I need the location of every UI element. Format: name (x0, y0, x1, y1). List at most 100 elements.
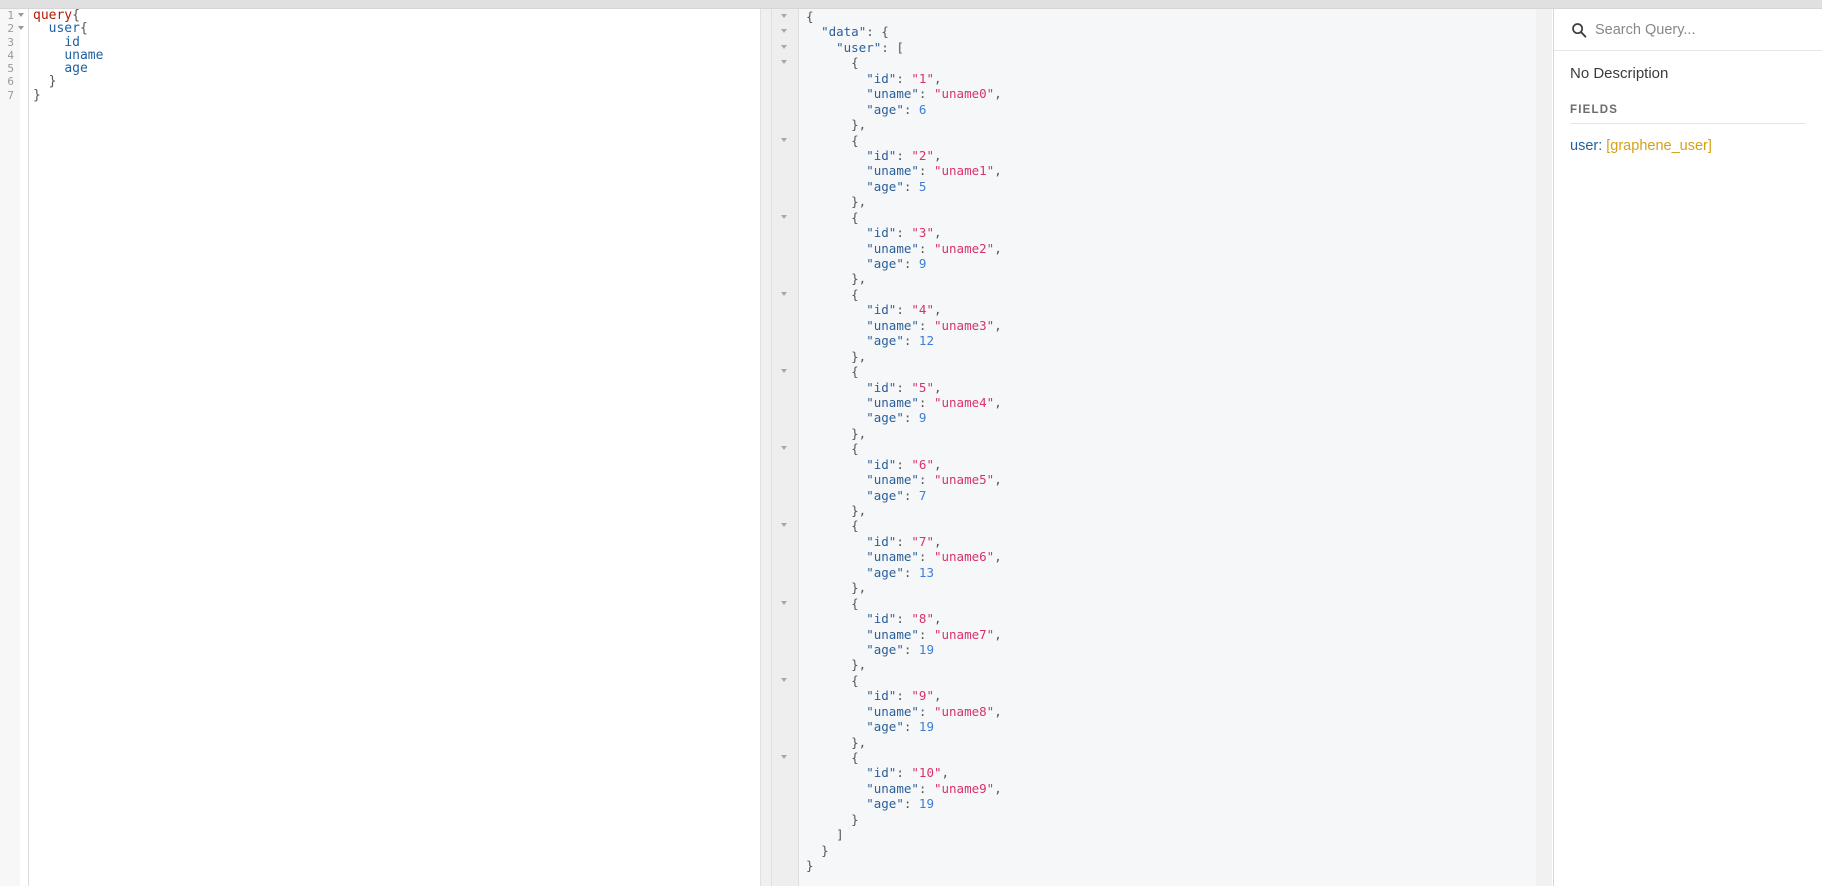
fold-triangle-icon[interactable] (781, 446, 787, 451)
result-line-text: "age": 5 (806, 179, 926, 194)
json-token-str: "uname8" (933, 703, 995, 719)
fold-triangle-icon[interactable] (781, 677, 787, 682)
result-line: }, (772, 580, 1536, 595)
json-token-brace: , (933, 379, 942, 395)
result-line: "id": "2", (772, 148, 1536, 163)
result-line: "id": "8", (772, 611, 1536, 626)
fold-triangle-icon[interactable] (781, 291, 787, 296)
json-token-brace: : (896, 456, 912, 472)
fold-triangle-icon[interactable] (18, 26, 24, 31)
json-token-brace: , (994, 780, 1002, 796)
pane-splitter[interactable] (760, 9, 772, 886)
result-line: "uname": "uname3", (772, 318, 1536, 333)
json-token-num: 19 (918, 719, 934, 735)
fold-triangle-icon[interactable] (781, 14, 787, 18)
json-token-brace: , (933, 302, 942, 318)
json-token-brace: , (994, 163, 1002, 179)
json-token-num: 9 (918, 256, 927, 271)
docs-search-input[interactable] (1595, 21, 1805, 38)
fold-triangle-icon[interactable] (781, 60, 787, 65)
query-line-number: 5 (7, 62, 14, 76)
result-line: "uname": "uname8", (772, 704, 1536, 719)
result-line: "id": "9", (772, 688, 1536, 703)
json-token-key: "age" (866, 796, 904, 812)
token-punc: } (48, 74, 57, 90)
docs-field-row[interactable]: user: [graphene_user] (1554, 124, 1822, 154)
json-token-brace: { (851, 364, 859, 380)
result-line-text: } (806, 858, 814, 873)
query-line[interactable]: 4 uname (0, 49, 760, 62)
query-line[interactable]: 2 user{ (0, 22, 760, 35)
fold-triangle-icon[interactable] (781, 214, 787, 219)
json-token-key: "age" (866, 101, 904, 117)
result-line: "uname": "uname5", (772, 472, 1536, 487)
result-line-text: "uname": "uname6", (806, 549, 1002, 564)
json-token-key: "uname" (866, 780, 919, 796)
json-token-brace: , (933, 611, 942, 627)
fold-triangle-icon[interactable] (781, 523, 787, 528)
result-line-text: }, (806, 117, 866, 132)
fold-triangle-icon[interactable] (781, 755, 787, 759)
result-line-text: { (806, 441, 859, 456)
json-token-str: "uname1" (933, 163, 995, 179)
json-token-str: "2" (911, 147, 934, 163)
fold-triangle-icon[interactable] (781, 369, 787, 374)
fold-triangle-icon[interactable] (781, 137, 787, 142)
fold-triangle-icon[interactable] (781, 44, 787, 49)
result-line-text: ] (806, 827, 844, 842)
json-token-brace: : (896, 611, 912, 627)
query-editor-pane[interactable]: 1 query{2 user{3 id 4 uname 5 age 6 } 7} (0, 9, 760, 886)
result-line: "uname": "uname2", (772, 241, 1536, 256)
result-line: { (772, 596, 1536, 611)
json-token-brace: }, (851, 194, 867, 210)
fold-triangle-icon[interactable] (18, 13, 24, 17)
result-line-text: "uname": "uname3", (806, 318, 1002, 333)
json-token-brace: : (896, 765, 912, 781)
result-line: "age": 6 (772, 102, 1536, 117)
query-line[interactable]: 6 } (0, 75, 760, 88)
query-line[interactable]: 3 id (0, 35, 760, 49)
query-line[interactable]: 1 query{ (0, 9, 760, 22)
json-token-brace: { (851, 209, 859, 225)
result-line-text: "id": "6", (806, 456, 941, 472)
fold-triangle-icon[interactable] (781, 29, 787, 34)
query-line-number: 1 (7, 9, 14, 22)
result-line-text: { (806, 364, 859, 379)
query-line-text: user{ (33, 22, 88, 35)
json-token-key: "age" (866, 410, 904, 426)
result-line: }, (772, 503, 1536, 518)
result-line-text: "uname": "uname7", (806, 627, 1002, 642)
json-token-num: 19 (918, 796, 934, 812)
result-lines-container[interactable]: { "data": { "user": [ { "id": "1", "unam… (772, 9, 1536, 874)
docs-field-type[interactable]: [graphene_user] (1606, 138, 1712, 154)
json-token-brace: : (903, 410, 919, 426)
json-token-key: "uname" (866, 703, 919, 719)
query-line[interactable]: 5 age (0, 62, 760, 75)
fold-triangle-icon[interactable] (781, 600, 787, 605)
json-token-brace: : (896, 70, 912, 86)
json-token-brace: , (933, 70, 942, 86)
result-line: { (772, 133, 1536, 148)
result-line-text: "age": 6 (806, 102, 926, 117)
docs-search-row[interactable] (1554, 9, 1822, 51)
json-token-str: "uname4" (933, 394, 995, 410)
query-codemirror[interactable]: 1 query{2 user{3 id 4 uname 5 age 6 } 7} (0, 9, 760, 886)
result-line: "user": [ (772, 40, 1536, 55)
result-viewer-pane[interactable]: { "data": { "user": [ { "id": "1", "unam… (772, 9, 1536, 886)
json-token-brace: : (903, 333, 919, 349)
result-line-text: { (806, 55, 859, 70)
result-line: "id": "1", (772, 71, 1536, 86)
result-scrollbar-track[interactable] (1536, 9, 1552, 886)
json-token-brace: : (918, 780, 934, 796)
docs-sidebar: No Description FIELDS user: [graphene_us… (1553, 9, 1822, 886)
json-token-str: "uname7" (933, 626, 995, 642)
docs-field-name[interactable]: user: (1570, 138, 1606, 154)
json-token-brace: { (851, 286, 859, 302)
json-token-key: "id" (866, 379, 897, 395)
query-lines-container[interactable]: 1 query{2 user{3 id 4 uname 5 age 6 } 7} (0, 9, 760, 102)
result-line-text: "uname": "uname8", (806, 704, 1002, 719)
query-line[interactable]: 7} (0, 89, 760, 102)
json-token-key: "id" (866, 302, 897, 318)
json-token-str: "9" (911, 688, 934, 704)
json-token-brace: , (994, 394, 1002, 410)
